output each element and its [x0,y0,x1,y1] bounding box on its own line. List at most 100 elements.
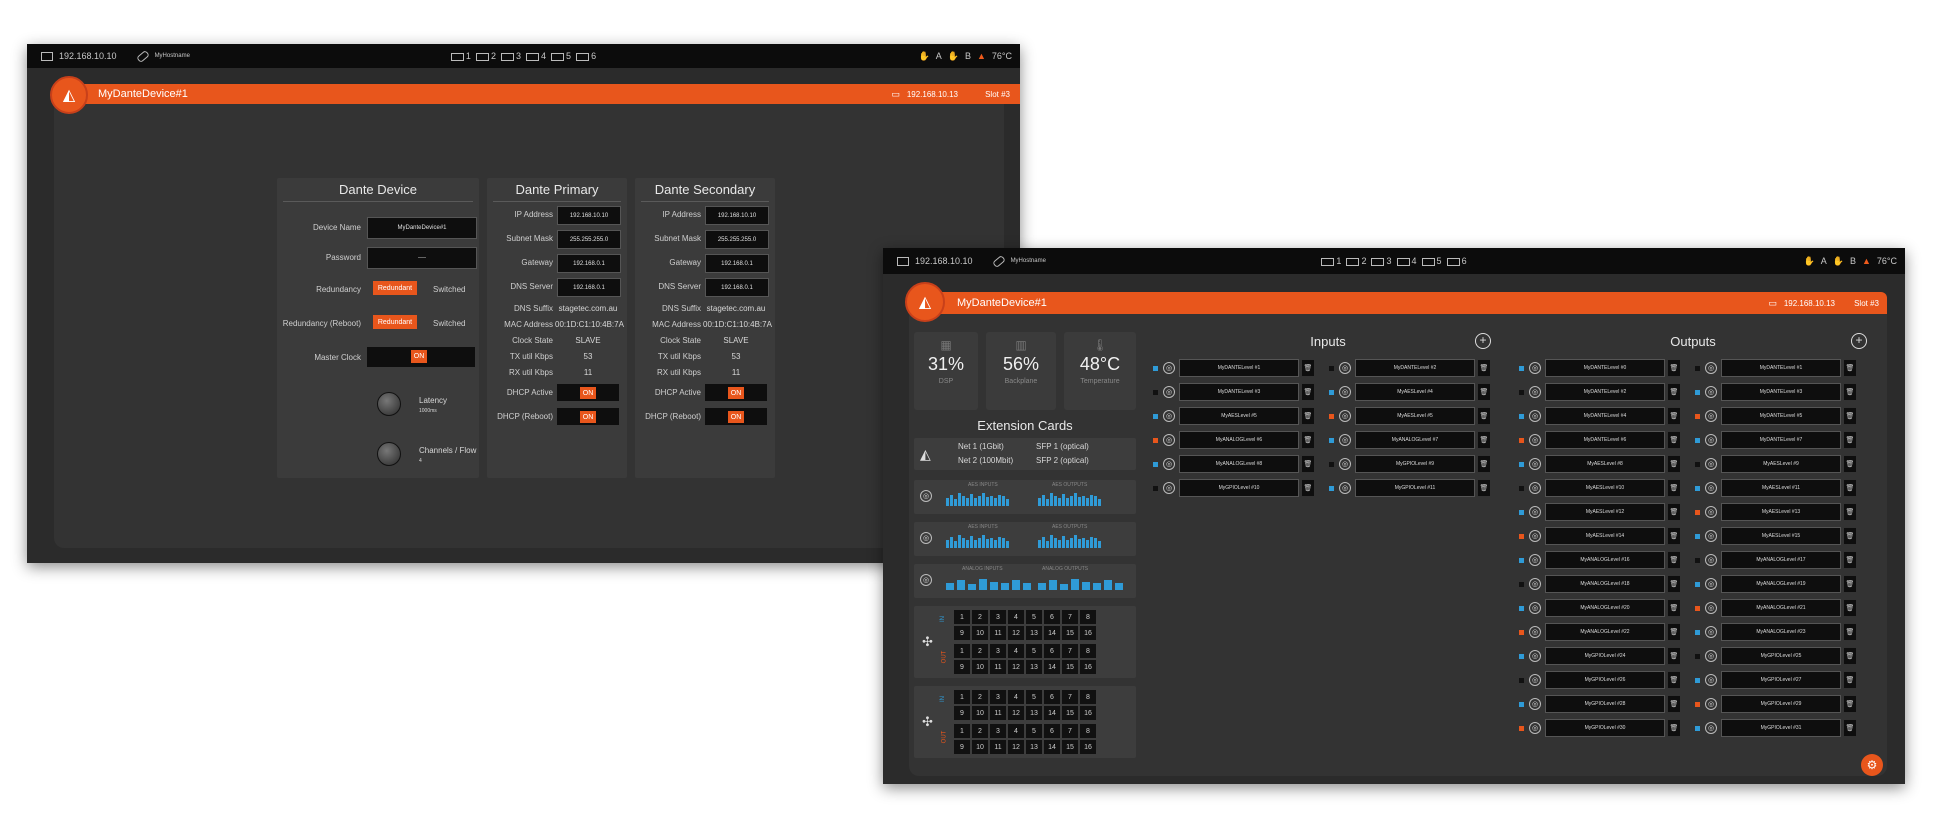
channel-cell[interactable]: 14 [1044,706,1060,720]
channel-cell[interactable]: 2 [972,610,988,624]
channel-cell[interactable]: 12 [1008,660,1024,674]
slot-1[interactable]: 1 [450,51,471,61]
latency-knob[interactable] [377,392,401,416]
master-clock-toggle[interactable]: ON [411,350,427,363]
level-name-field[interactable]: MyDANTELevel #3 [1721,383,1841,401]
slot-4[interactable]: 4 [1396,256,1417,266]
channel-cell[interactable]: 8 [1080,690,1096,704]
io-row[interactable]: ◎ MyAESLevel #11 🗑 [1695,478,1856,498]
channel-cell[interactable]: 15 [1062,706,1078,720]
io-row[interactable]: ◎ MyANALOGLevel #8 🗑 [1153,454,1314,474]
trash-icon[interactable]: 🗑 [1844,720,1856,736]
channel-cell[interactable]: 2 [972,724,988,738]
channel-cell[interactable]: 13 [1026,706,1042,720]
channel-cell[interactable]: 13 [1026,626,1042,640]
trash-icon[interactable]: 🗑 [1668,696,1680,712]
trash-icon[interactable]: 🗑 [1668,456,1680,472]
trash-icon[interactable]: 🗑 [1844,480,1856,496]
io-row[interactable]: ◎ MyAESLevel #15 🗑 [1695,526,1856,546]
channel-cell[interactable]: 16 [1080,706,1096,720]
level-name-field[interactable]: MyGPIOLevel #28 [1545,695,1665,713]
redundant-toggle[interactable]: Redundant [373,281,417,295]
dhcp-toggle[interactable]: ON [728,387,744,399]
channel-cell[interactable]: 9 [954,660,970,674]
trash-icon[interactable]: 🗑 [1302,456,1314,472]
channel-cell[interactable]: 5 [1026,610,1042,624]
trash-icon[interactable]: 🗑 [1478,360,1490,376]
channel-cell[interactable]: 11 [990,706,1006,720]
io-row[interactable]: ◎ MyDANTELevel #3 🗑 [1153,382,1314,402]
trash-icon[interactable]: 🗑 [1844,384,1856,400]
trash-icon[interactable]: 🗑 [1844,408,1856,424]
channel-cell[interactable]: 1 [954,724,970,738]
level-name-field[interactable]: MyGPIOLevel #27 [1721,671,1841,689]
io-row[interactable]: ◎ MyAESLevel #5 🗑 [1329,406,1490,426]
trash-icon[interactable]: 🗑 [1668,504,1680,520]
level-name-field[interactable]: MyANALOGLevel #23 [1721,623,1841,641]
channel-cell[interactable]: 10 [972,626,988,640]
io-row[interactable]: ◎ MyANALOGLevel #19 🗑 [1695,574,1856,594]
trash-icon[interactable]: 🗑 [1668,480,1680,496]
channel-cell[interactable]: 7 [1062,724,1078,738]
io-row[interactable]: ◎ MyAESLevel #14 🗑 [1519,526,1680,546]
gpio-out-grid[interactable]: 1 2 3 4 5 6 7 8 9 10 11 12 13 14 15 16 [954,644,1096,674]
level-name-field[interactable]: MyGPIOLevel #31 [1721,719,1841,737]
level-name-field[interactable]: MyANALOGLevel #19 [1721,575,1841,593]
channel-cell[interactable]: 6 [1044,644,1060,658]
trash-icon[interactable]: 🗑 [1302,480,1314,496]
level-name-field[interactable]: MyAESLevel #5 [1355,407,1475,425]
io-row[interactable]: ◎ MyGPIOLevel #11 🗑 [1329,478,1490,498]
slot-5[interactable]: 5 [551,51,571,61]
io-row[interactable]: ◎ MyAESLevel #9 🗑 [1695,454,1856,474]
level-name-field[interactable]: MyANALOGLevel #20 [1545,599,1665,617]
trash-icon[interactable]: 🗑 [1668,720,1680,736]
io-row[interactable]: ◎ MyGPIOLevel #9 🗑 [1329,454,1490,474]
level-name-field[interactable]: MyAESLevel #14 [1545,527,1665,545]
trash-icon[interactable]: 🗑 [1478,480,1490,496]
dhcp-toggle[interactable]: ON [580,387,596,399]
channel-cell[interactable]: 14 [1044,660,1060,674]
channel-cell[interactable]: 13 [1026,740,1042,754]
channels-knob[interactable] [377,442,401,466]
channel-cell[interactable]: 8 [1080,724,1096,738]
level-name-field[interactable]: MyAESLevel #12 [1545,503,1665,521]
io-row[interactable]: ◎ MyANALOGLevel #23 🗑 [1695,622,1856,642]
level-name-field[interactable]: MyGPIOLevel #26 [1545,671,1665,689]
trash-icon[interactable]: 🗑 [1668,624,1680,640]
gpio-out-grid[interactable]: 1 2 3 4 5 6 7 8 9 10 11 12 13 14 15 16 [954,724,1096,754]
channel-cell[interactable]: 6 [1044,724,1060,738]
channel-cell[interactable]: 4 [1008,724,1024,738]
trash-icon[interactable]: 🗑 [1302,432,1314,448]
trash-icon[interactable]: 🗑 [1302,384,1314,400]
level-name-field[interactable]: MyGPIOLevel #9 [1355,455,1475,473]
level-name-field[interactable]: MyAESLevel #8 [1545,455,1665,473]
io-row[interactable]: ◎ MyGPIOLevel #28 🗑 [1519,694,1680,714]
field-value-input[interactable]: 192.168.0.1 [557,278,621,297]
io-row[interactable]: ◎ MyGPIOLevel #26 🗑 [1519,670,1680,690]
channel-cell[interactable]: 3 [990,644,1006,658]
channel-cell[interactable]: 11 [990,740,1006,754]
level-name-field[interactable]: MyDANTELevel #5 [1721,407,1841,425]
channel-cell[interactable]: 5 [1026,724,1042,738]
io-row[interactable]: ◎ MyDANTELevel #1 🗑 [1153,358,1314,378]
level-name-field[interactable]: MyANALOGLevel #18 [1545,575,1665,593]
channel-cell[interactable]: 16 [1080,660,1096,674]
channel-cell[interactable]: 1 [954,610,970,624]
channel-cell[interactable]: 10 [972,740,988,754]
level-name-field[interactable]: MyAESLevel #11 [1721,479,1841,497]
slot-2[interactable]: 2 [475,51,496,61]
trash-icon[interactable]: 🗑 [1668,528,1680,544]
io-row[interactable]: ◎ MyDANTELevel #0 🗑 [1519,358,1680,378]
channel-cell[interactable]: 4 [1008,610,1024,624]
channel-cell[interactable]: 6 [1044,690,1060,704]
channel-cell[interactable]: 8 [1080,610,1096,624]
io-row[interactable]: ◎ MyAESLevel #12 🗑 [1519,502,1680,522]
level-name-field[interactable]: MyANALOGLevel #17 [1721,551,1841,569]
level-name-field[interactable]: MyDANTELevel #4 [1545,407,1665,425]
channel-cell[interactable]: 7 [1062,644,1078,658]
level-name-field[interactable]: MyANALOGLevel #16 [1545,551,1665,569]
gpio-card-2[interactable]: ✣ IN OUT 1 2 3 4 5 6 7 8 9 10 11 12 13 14 15 16 1234567… [914,686,1136,758]
channel-cell[interactable]: 7 [1062,610,1078,624]
aes-card-2[interactable]: ◎ AES INPUTS AES OUTPUTS [914,522,1136,556]
level-name-field[interactable]: MyANALOGLevel #7 [1355,431,1475,449]
